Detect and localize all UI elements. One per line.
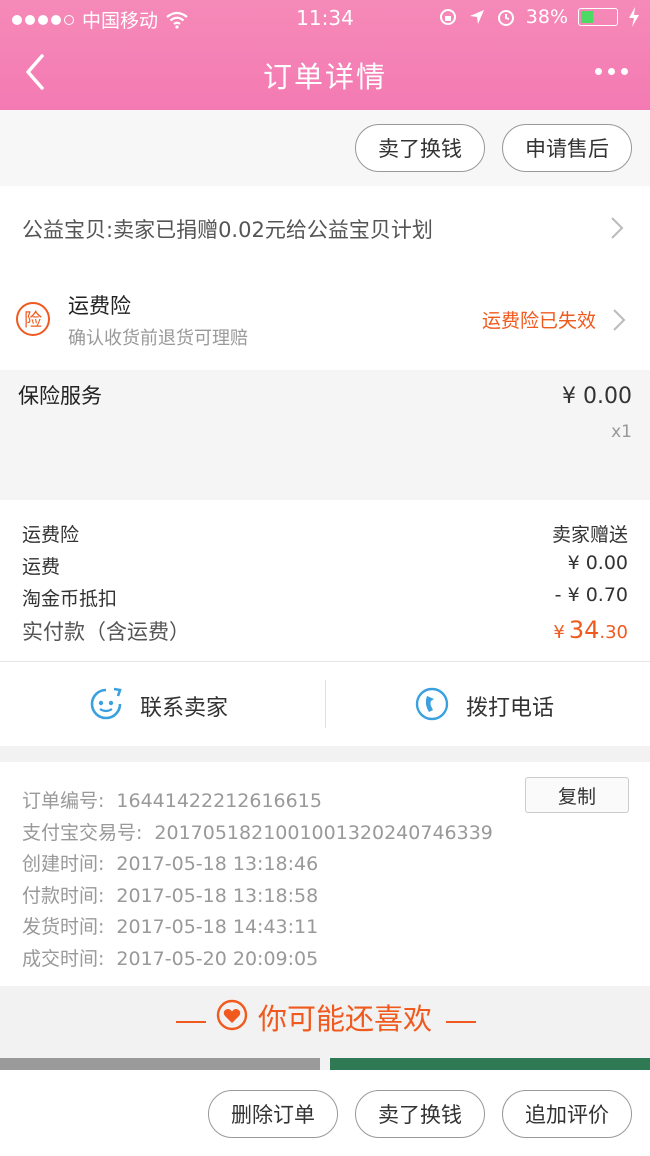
more-icon[interactable] (595, 68, 628, 75)
bottom-action-bar: 删除订单 卖了换钱 追加评价 (0, 1070, 650, 1156)
insurance-subtitle: 确认收货前退货可理赔 (68, 328, 248, 349)
location-icon (469, 10, 484, 24)
recommend-title: 你可能还喜欢 (258, 1002, 433, 1036)
paid-time: 付款时间: 2017-05-18 13:18:58 (22, 885, 319, 907)
recommend-header: 你可能还喜欢 (0, 986, 650, 1058)
order-item[interactable]: 保险服务 ¥ 0.00 x1 (0, 370, 650, 500)
item-price: ¥ 0.00 (562, 384, 632, 409)
charging-icon (629, 7, 639, 27)
header-bar: 中国移动 11:34 38% 订单详情 (0, 0, 650, 110)
phone-icon (415, 687, 449, 721)
contact-seller-button[interactable]: 联系卖家 (0, 662, 325, 746)
nav-bar: 订单详情 (0, 36, 650, 110)
orientation-lock-icon (439, 9, 456, 25)
product-thumbnail[interactable] (330, 1058, 650, 1070)
product-thumbnail[interactable] (0, 1058, 320, 1070)
item-quantity: x1 (611, 422, 632, 442)
price-summary: 运费险 卖家赠送 运费 ¥ 0.00 淘金币抵扣 - ¥ 0.70 实付款（含运… (0, 500, 650, 662)
sell-button[interactable]: 卖了换钱 (355, 1090, 485, 1138)
charity-insurance-section: 公益宝贝:卖家已捐赠0.02元给公益宝贝计划 险 运费险 确认收货前退货可理赔 … (0, 186, 650, 370)
chat-icon (90, 687, 122, 720)
heart-icon (216, 999, 248, 1031)
charity-text[interactable]: 公益宝贝:卖家已捐赠0.02元给公益宝贝计划 (22, 214, 433, 244)
delete-order-button[interactable]: 删除订单 (208, 1090, 338, 1138)
created-time: 创建时间: 2017-05-18 13:18:46 (22, 853, 319, 875)
insurance-icon: 险 (16, 302, 50, 336)
item-name: 保险服务 (18, 384, 102, 408)
sell-button[interactable]: 卖了换钱 (355, 124, 485, 172)
status-bar: 中国移动 11:34 38% (0, 0, 650, 36)
top-actions: 卖了换钱 申请售后 (0, 110, 650, 186)
chevron-right-icon (611, 217, 624, 239)
contact-section: 联系卖家 拨打电话 (0, 662, 650, 746)
contact-seller-label: 联系卖家 (140, 696, 229, 721)
call-phone-label: 拨打电话 (466, 696, 555, 721)
shipped-time: 发货时间: 2017-05-18 14:43:11 (22, 916, 319, 938)
chevron-right-icon (613, 309, 626, 331)
call-phone-button[interactable]: 拨打电话 (326, 662, 650, 746)
battery-percent: 38% (525, 6, 568, 28)
order-info: 复制 订单编号: 16441422212616615 支付宝交易号: 2017051… (0, 762, 650, 986)
battery-icon (578, 8, 618, 26)
alarm-icon (497, 10, 514, 26)
page-title: 订单详情 (262, 60, 387, 94)
order-number: 订单编号: 16441422212616615 (22, 790, 322, 812)
insurance-status-link[interactable]: 运费险已失效 (482, 306, 596, 333)
alipay-trade-number: 支付宝交易号: 2017051821001001320240746339 (22, 822, 493, 844)
divider (176, 1021, 206, 1023)
add-review-button[interactable]: 追加评价 (502, 1090, 632, 1138)
total-label: 实付款（含运费） (22, 620, 190, 644)
insurance-title: 运费险 (68, 294, 131, 318)
copy-button[interactable]: 复制 (525, 777, 629, 813)
total-amount: ¥34.30 (553, 616, 628, 644)
divider (446, 1021, 476, 1023)
completed-time: 成交时间: 2017-05-20 20:09:05 (22, 948, 319, 970)
after-sale-button[interactable]: 申请售后 (502, 124, 632, 172)
